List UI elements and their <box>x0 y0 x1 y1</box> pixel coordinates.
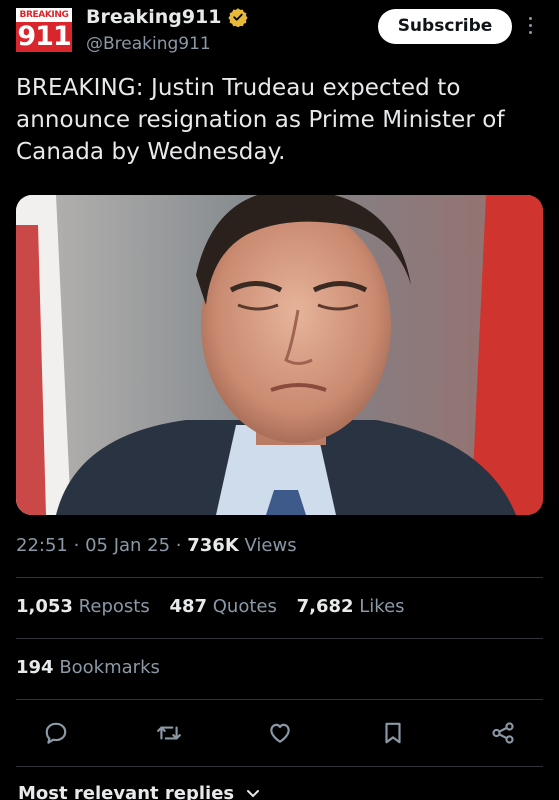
more-options-icon[interactable] <box>523 14 537 40</box>
photo-image <box>16 195 543 515</box>
tweet-photo[interactable] <box>16 195 543 515</box>
subscribe-button[interactable]: Subscribe <box>378 9 512 44</box>
divider <box>16 766 543 767</box>
bookmark-icon[interactable] <box>380 720 406 746</box>
reposts-count: 1,053 <box>16 596 73 617</box>
author-display-name[interactable]: Breaking911 <box>86 6 248 28</box>
avatar[interactable]: BREAKING 911 <box>16 8 72 52</box>
meta-separator: · <box>175 535 188 556</box>
meta-separator: · <box>73 535 86 556</box>
quotes-count: 487 <box>169 596 208 617</box>
share-icon[interactable] <box>490 720 516 746</box>
divider <box>16 699 543 700</box>
divider <box>16 638 543 639</box>
tweet-text: BREAKING: Justin Trudeau expected to ann… <box>16 75 505 165</box>
divider <box>16 577 543 578</box>
reposts-stat[interactable]: 1,053 Reposts <box>16 596 155 617</box>
verified-badge-icon <box>227 8 248 27</box>
bookmarks-label: Bookmarks <box>59 657 160 678</box>
bookmarks-stat[interactable]: 194 Bookmarks <box>16 657 160 678</box>
tweet-header: BREAKING 911 Breaking911 @Breaking911 Su… <box>0 0 559 64</box>
likes-count: 7,682 <box>296 596 354 617</box>
reply-icon[interactable] <box>43 720 69 746</box>
like-icon[interactable] <box>267 720 293 746</box>
avatar-bottom-text: 911 <box>16 21 72 52</box>
tweet-date[interactable]: 05 Jan 25 <box>85 535 170 556</box>
replies-sort-dropdown[interactable]: Most relevant replies <box>18 783 260 800</box>
likes-stat[interactable]: 7,682 Likes <box>297 596 405 617</box>
replies-sort-label: Most relevant replies <box>18 783 235 800</box>
views-count: 736K <box>187 535 239 556</box>
author-handle[interactable]: @Breaking911 <box>86 34 211 54</box>
chevron-down-icon <box>247 790 260 798</box>
tweet-meta: 22:51 · 05 Jan 25 · 736K Views <box>16 535 297 556</box>
author-name-text: Breaking911 <box>86 6 222 28</box>
quotes-label: Quotes <box>212 596 277 617</box>
bookmarks-count: 194 <box>16 657 54 678</box>
views-label: Views <box>244 535 297 556</box>
action-bar <box>0 716 559 752</box>
engagement-stats: 1,053 Reposts 487 Quotes 7,682 Likes <box>16 596 419 617</box>
reposts-label: Reposts <box>78 596 150 617</box>
repost-icon[interactable] <box>156 720 182 746</box>
tweet-time[interactable]: 22:51 <box>16 535 68 556</box>
quotes-stat[interactable]: 487 Quotes <box>169 596 282 617</box>
avatar-top-text: BREAKING <box>16 8 72 22</box>
likes-label: Likes <box>359 596 405 617</box>
